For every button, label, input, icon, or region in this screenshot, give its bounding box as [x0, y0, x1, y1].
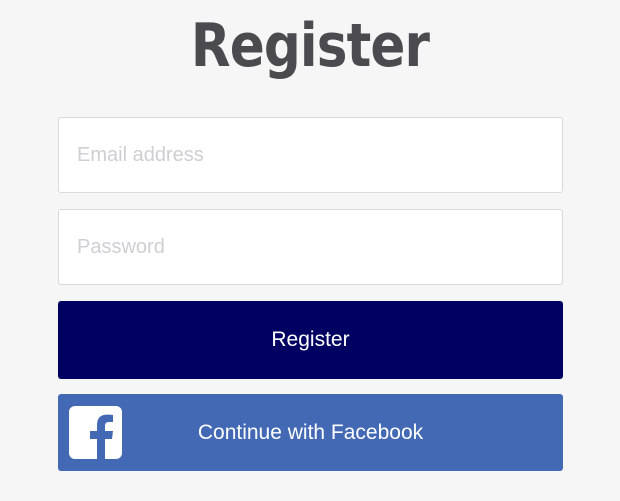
- register-button[interactable]: Register: [58, 301, 563, 379]
- email-field-container: [58, 117, 563, 193]
- facebook-icon: [69, 406, 122, 459]
- password-field-container: [58, 209, 563, 285]
- email-field[interactable]: [59, 118, 562, 192]
- register-page: Register Register Continue with Facebook: [0, 0, 620, 501]
- register-button-label: Register: [271, 328, 350, 351]
- page-title: Register: [190, 11, 430, 81]
- continue-with-facebook-button[interactable]: Continue with Facebook: [58, 394, 563, 471]
- facebook-button-label: Continue with Facebook: [197, 420, 424, 444]
- password-field[interactable]: [59, 210, 562, 284]
